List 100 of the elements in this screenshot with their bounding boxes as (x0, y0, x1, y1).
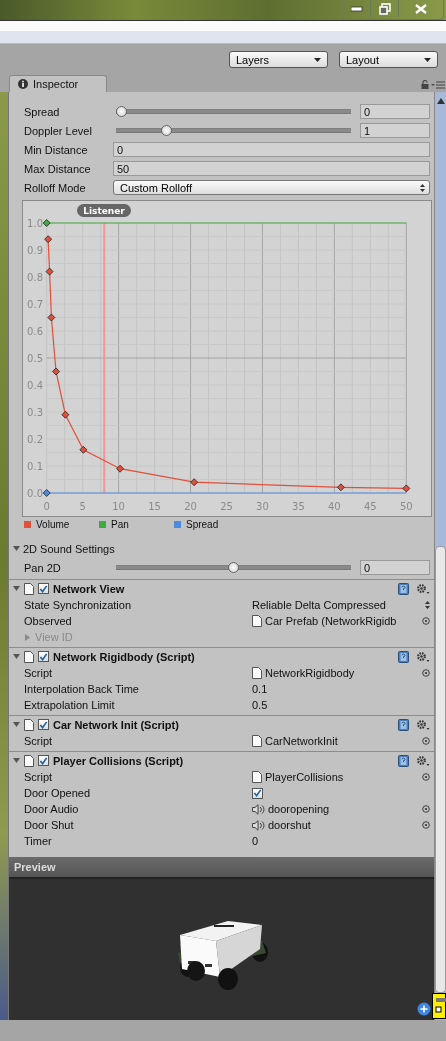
property-label: Script (24, 667, 54, 679)
curve-key-point[interactable] (190, 478, 199, 487)
help-book-icon[interactable] (398, 718, 409, 731)
number-field[interactable]: 1 (360, 123, 430, 138)
object-reference[interactable]: Car Prefab (NetworkRigidb (265, 615, 419, 627)
x-tick-label: 5 (79, 501, 86, 512)
curve-start-handle[interactable] (42, 219, 51, 227)
curve-key-point[interactable] (79, 445, 88, 454)
property-label: Spread (24, 105, 61, 118)
number-field[interactable]: 0 (113, 142, 430, 157)
y-tick-label: 0.8 (27, 271, 43, 283)
property-label: Door Shut (24, 819, 75, 831)
object-picker-icon[interactable] (422, 737, 430, 745)
rolloff-dropdown[interactable]: Custom Rolloff (113, 180, 430, 195)
checkbox[interactable] (252, 787, 263, 799)
y-tick-label: 0.6 (27, 325, 43, 337)
property-value: 0.5 (252, 699, 269, 711)
y-tick-label: 0.5 (27, 352, 43, 364)
section-label: 2D Sound Settings (23, 542, 115, 555)
property-label: Extrapolation Limit (24, 699, 116, 711)
add-button-icon[interactable] (417, 1002, 431, 1016)
object-reference[interactable]: doorshut (268, 819, 419, 831)
preview-title: Preview (14, 861, 56, 873)
number-field[interactable]: 50 (113, 161, 430, 176)
legend-label: Volume (36, 518, 70, 530)
object-picker-icon[interactable] (422, 669, 430, 677)
y-tick-label: 0.3 (27, 406, 43, 418)
gear-icon[interactable] (416, 754, 430, 767)
y-tick-label: 0.1 (27, 460, 43, 472)
x-tick-label: 40 (328, 501, 341, 512)
gear-icon[interactable] (416, 582, 430, 595)
foldout-triangle-icon[interactable] (13, 585, 20, 592)
up-down-arrows-icon (425, 601, 430, 609)
object-reference[interactable]: NetworkRigidbody (265, 667, 419, 679)
enable-checkbox[interactable] (38, 755, 49, 766)
inspector-tab[interactable]: Inspector (9, 75, 107, 92)
foldout-triangle-icon[interactable] (13, 721, 20, 728)
object-picker-icon[interactable] (422, 773, 430, 781)
listener-label: Listener (77, 204, 131, 217)
lock-icon[interactable] (421, 80, 429, 89)
number-field[interactable]: 0 (360, 104, 430, 119)
speaker-icon (252, 819, 265, 831)
curve-start-handle[interactable] (42, 489, 51, 497)
script-file-icon (24, 650, 34, 663)
scroll-up-arrow-icon[interactable] (436, 98, 445, 104)
curve-key-point[interactable] (116, 464, 124, 473)
x-tick-label: 0 (43, 501, 50, 512)
gear-icon[interactable] (416, 650, 430, 663)
file-icon (252, 735, 262, 747)
component-title: Player Collisions (Script) (53, 754, 185, 767)
caret-icon (314, 57, 321, 62)
help-book-icon[interactable] (398, 582, 409, 595)
x-tick-label: 10 (112, 501, 125, 512)
enable-checkbox[interactable] (38, 651, 49, 662)
object-reference[interactable]: dooropening (268, 803, 419, 815)
number-field[interactable]: 0 (360, 560, 430, 575)
speaker-icon (252, 803, 265, 815)
x-tick-label: 30 (256, 501, 269, 512)
rolloff-curve-chart[interactable]: 0.0 0.1 0.2 0.3 0.4 0.5 0.6 0.7 0.8 0.9 1.0 0 5 10 15 20 25 30 35 40 45 50 Listener (22, 200, 432, 517)
curve-key-point[interactable] (336, 483, 345, 492)
object-reference[interactable]: CarNetworkInit (265, 735, 419, 747)
object-reference[interactable]: PlayerCollisions (265, 771, 419, 783)
help-book-icon[interactable] (398, 650, 409, 663)
property-value: 0 (252, 835, 260, 847)
sync-mode-popup[interactable]: Reliable Delta Compressed (252, 599, 422, 611)
file-icon (252, 615, 262, 627)
curve-key-point[interactable] (52, 367, 60, 376)
curve-key-point[interactable] (47, 313, 56, 322)
property-label: Script (24, 735, 54, 747)
property-label: Pan 2D (24, 561, 62, 574)
scrollbar[interactable] (434, 92, 446, 1020)
curve-key-point[interactable] (45, 267, 54, 276)
layout-toggle-icon[interactable] (432, 993, 446, 1019)
property-label: Observed (24, 615, 73, 627)
curve-key-point[interactable] (61, 410, 70, 419)
slider-track[interactable] (116, 106, 351, 117)
foldout-triangle-icon[interactable] (13, 653, 20, 660)
enable-checkbox[interactable] (38, 583, 49, 594)
slider-thumb[interactable] (160, 125, 172, 136)
layout-dropdown[interactable]: Layers (229, 51, 328, 68)
curve-key-point[interactable] (402, 484, 411, 493)
help-book-icon[interactable] (398, 754, 409, 767)
enable-checkbox[interactable] (38, 719, 49, 730)
script-file-icon (24, 754, 34, 767)
gear-icon[interactable] (416, 718, 430, 731)
slider-thumb[interactable] (116, 106, 127, 117)
x-tick-label: 15 (148, 501, 161, 512)
x-tick-label: 50 (399, 501, 413, 512)
component-title: Network Rigidbody (Script) (53, 650, 196, 663)
object-picker-icon[interactable] (422, 617, 430, 625)
slider-thumb[interactable] (228, 562, 239, 573)
scrollbar-thumb[interactable] (435, 546, 446, 993)
caret-icon (424, 57, 431, 62)
curve-key-point[interactable] (44, 235, 53, 244)
component-title: Network View (53, 582, 126, 595)
property-label: Rolloff Mode (24, 181, 87, 194)
foldout-triangle-icon[interactable] (13, 757, 20, 764)
component-title: Car Network Init (Script) (53, 718, 180, 731)
layout-dropdown[interactable]: Layout (339, 51, 438, 68)
foldout-triangle-icon[interactable] (13, 545, 20, 552)
